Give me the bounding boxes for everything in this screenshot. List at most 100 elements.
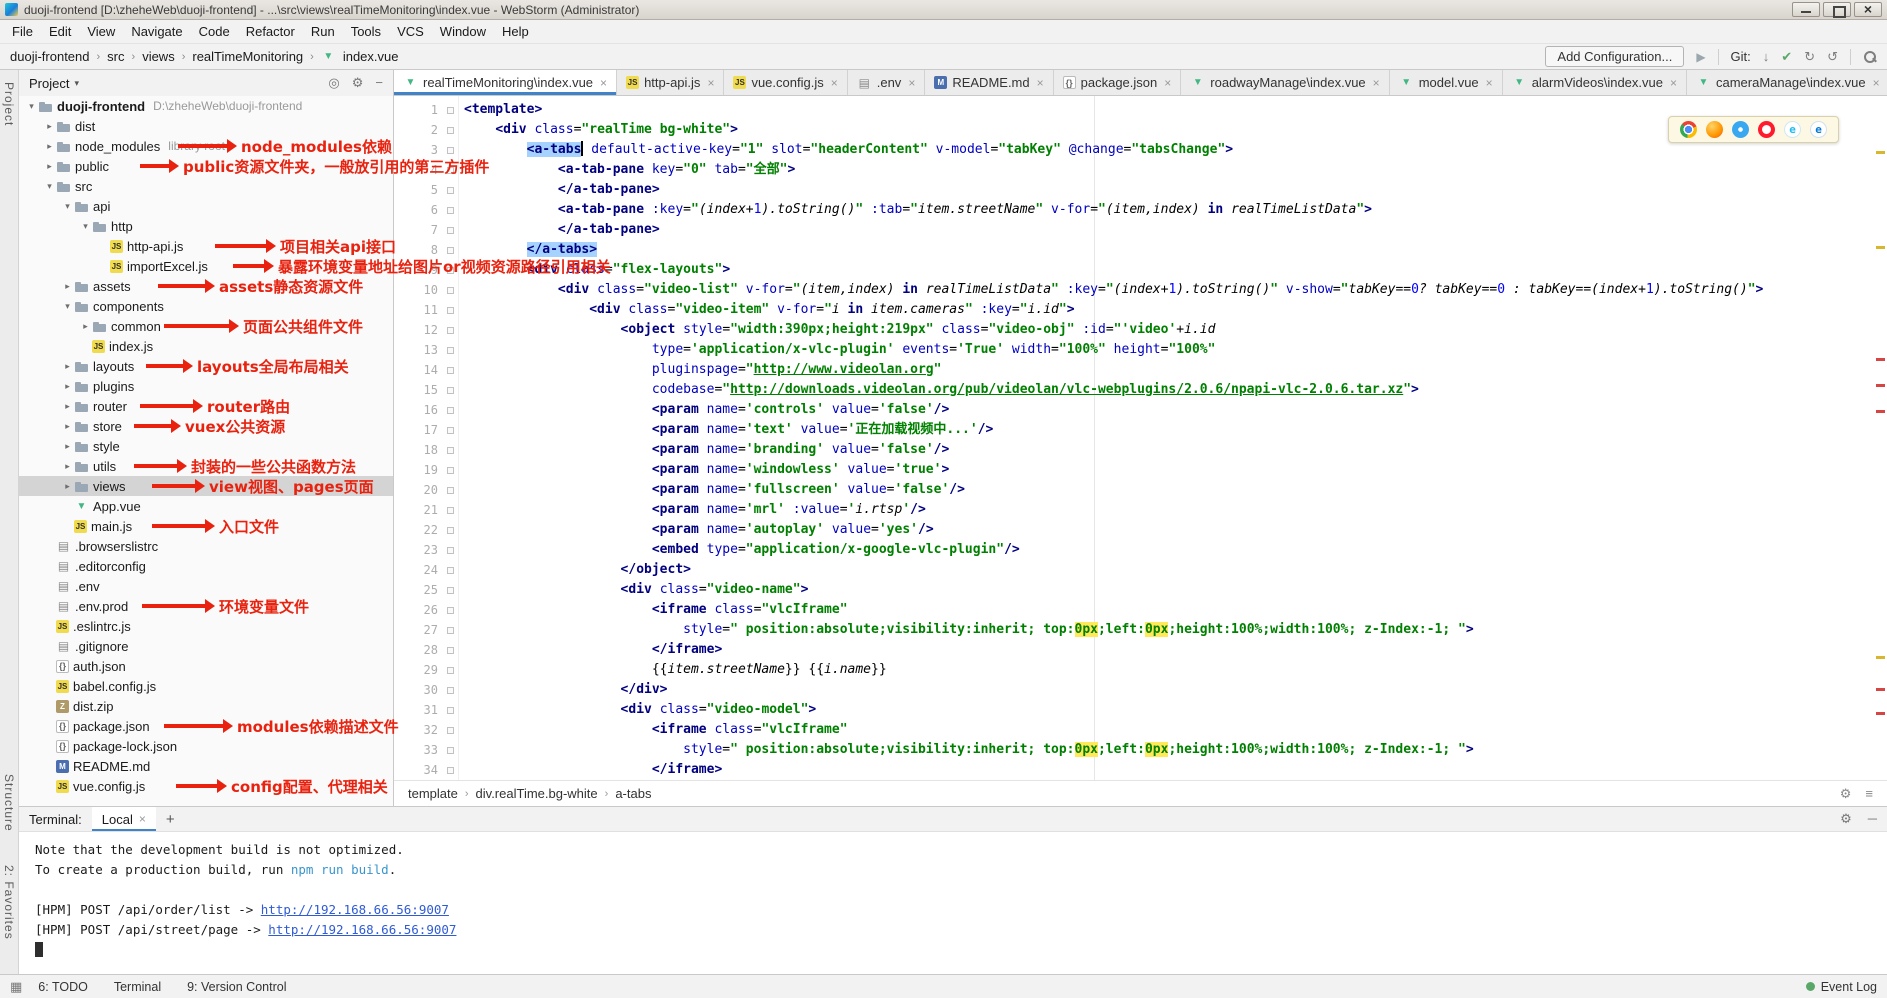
menu-vcs[interactable]: VCS [389, 21, 432, 42]
fold-marker-icon[interactable] [447, 607, 454, 614]
menu-edit[interactable]: Edit [41, 21, 79, 42]
fold-marker-icon[interactable] [447, 547, 454, 554]
menu-view[interactable]: View [79, 21, 123, 42]
fold-marker-icon[interactable] [447, 167, 454, 174]
fold-marker-icon[interactable] [447, 587, 454, 594]
tab-close-icon[interactable]: × [831, 76, 838, 90]
fold-marker-icon[interactable] [447, 307, 454, 314]
breadcrumb-realtimemonitoring[interactable]: realTimeMonitoring [192, 49, 303, 64]
status-6-todo[interactable]: 6: TODO [38, 980, 88, 994]
terminal-output[interactable]: Note that the development build is not o… [19, 832, 1887, 974]
expand-arrow-icon[interactable]: ▸ [61, 441, 74, 452]
code-line-5[interactable]: 5 </a-tab-pane> [394, 180, 1887, 200]
tree-item-views[interactable]: ▸views [19, 476, 393, 496]
git-update-icon[interactable]: ↓ [1763, 49, 1770, 64]
fold-marker-icon[interactable] [447, 127, 454, 134]
error-stripe[interactable] [1874, 96, 1887, 780]
new-terminal-icon[interactable]: + [166, 811, 175, 828]
fold-marker-icon[interactable] [447, 107, 454, 114]
status-9-version-control[interactable]: 9: Version Control [187, 980, 286, 994]
ie-browser-icon[interactable]: e [1784, 121, 1801, 138]
editor-tab-alarmvideos-index-vue[interactable]: ▼alarmVideos\index.vue× [1503, 70, 1687, 95]
git-commit-icon[interactable]: ✔ [1781, 49, 1792, 65]
tree-item-babel-config-js[interactable]: JSbabel.config.js [19, 676, 393, 696]
expand-arrow-icon[interactable]: ▸ [61, 381, 74, 392]
fold-marker-icon[interactable] [447, 427, 454, 434]
code-line-18[interactable]: 18 <param name='branding' value='false'/… [394, 440, 1887, 460]
tree-item-browserslistrc[interactable]: ▤.browserslistrc [19, 536, 393, 556]
tree-item-assets[interactable]: ▸assets [19, 276, 393, 296]
expand-arrow-icon[interactable]: ▸ [79, 321, 92, 332]
tree-item-env-prod[interactable]: ▤.env.prod [19, 596, 393, 616]
tab-close-icon[interactable]: × [1486, 76, 1493, 90]
code-line-3[interactable]: 3 <a-tabs default-active-key="1" slot="h… [394, 140, 1887, 160]
fold-marker-icon[interactable] [447, 467, 454, 474]
code-line-13[interactable]: 13 type='application/x-vlc-plugin' event… [394, 340, 1887, 360]
code-line-31[interactable]: 31 <div class="video-model"> [394, 700, 1887, 720]
expand-arrow-icon[interactable]: ▸ [61, 481, 74, 492]
fold-marker-icon[interactable] [447, 267, 454, 274]
fold-marker-icon[interactable] [447, 627, 454, 634]
expand-arrow-icon[interactable]: ▸ [61, 401, 74, 412]
editor-tab-readme-md[interactable]: MREADME.md× [925, 70, 1053, 95]
terminal-link[interactable]: http://192.168.66.56:9007 [268, 922, 456, 937]
tree-item-common[interactable]: ▸common [19, 316, 393, 336]
tree-item-dist[interactable]: ▸dist [19, 116, 393, 136]
fold-marker-icon[interactable] [447, 727, 454, 734]
code-line-27[interactable]: 27 style=" position:absolute;visibility:… [394, 620, 1887, 640]
editor-tab-cameramanage-index-vue[interactable]: ▼cameraManage\index.vue× [1687, 70, 1887, 95]
collapse-arrow-icon[interactable]: ▾ [61, 301, 74, 312]
code-line-16[interactable]: 16 <param name='controls' value='false'/… [394, 400, 1887, 420]
tree-item-src[interactable]: ▾src [19, 176, 393, 196]
tree-item-index-js[interactable]: JSindex.js [19, 336, 393, 356]
menu-refactor[interactable]: Refactor [238, 21, 303, 42]
collapse-arrow-icon[interactable]: ▾ [79, 221, 92, 232]
minimize-panel-icon[interactable]: ─ [1868, 811, 1877, 827]
tree-item-public[interactable]: ▸public [19, 156, 393, 176]
chevron-down-icon[interactable]: ▾ [74, 78, 79, 89]
menu-code[interactable]: Code [191, 21, 238, 42]
fold-marker-icon[interactable] [447, 187, 454, 194]
code-line-4[interactable]: 4 <a-tab-pane key="0" tab="全部"> [394, 160, 1887, 180]
breadcrumb-views[interactable]: views [142, 49, 175, 64]
fold-marker-icon[interactable] [447, 407, 454, 414]
code-line-14[interactable]: 14 pluginspage="http://www.videolan.org" [394, 360, 1887, 380]
terminal-line-2[interactable]: To create a production build, run npm ru… [35, 860, 1887, 880]
tab-close-icon[interactable]: × [139, 812, 146, 826]
code-line-28[interactable]: 28 </iframe> [394, 640, 1887, 660]
collapse-arrow-icon[interactable]: ▾ [25, 101, 38, 112]
menu-window[interactable]: Window [432, 21, 494, 42]
fold-marker-icon[interactable] [447, 767, 454, 774]
editor-breadcrumb-div-realtime-bg-white[interactable]: div.realTime.bg-white [476, 786, 598, 801]
search-everywhere-icon[interactable] [1863, 50, 1877, 64]
terminal-link[interactable]: http://192.168.66.56:9007 [261, 902, 449, 917]
gear-icon[interactable]: ⚙ [352, 75, 364, 91]
tree-item-dist-zip[interactable]: Zdist.zip [19, 696, 393, 716]
tree-item-main-js[interactable]: JSmain.js [19, 516, 393, 536]
tree-item-http-api-js[interactable]: JShttp-api.js [19, 236, 393, 256]
editor-breadcrumb-a-tabs[interactable]: a-tabs [615, 786, 651, 801]
tree-item-components[interactable]: ▾components [19, 296, 393, 316]
fold-marker-icon[interactable] [447, 707, 454, 714]
breadcrumb-duoji-frontend[interactable]: duoji-frontend [10, 49, 90, 64]
expand-arrow-icon[interactable]: ▸ [61, 461, 74, 472]
code-line-1[interactable]: 1<template> [394, 100, 1887, 120]
code-line-11[interactable]: 11 <div class="video-item" v-for="i in i… [394, 300, 1887, 320]
gear-icon[interactable]: ⚙ [1840, 786, 1852, 802]
breadcrumb-src[interactable]: src [107, 49, 124, 64]
menu-run[interactable]: Run [303, 21, 343, 42]
breadcrumb-index-vue[interactable]: index.vue [343, 49, 399, 64]
tab-close-icon[interactable]: × [1164, 76, 1171, 90]
tree-item-vue-config-js[interactable]: JSvue.config.js [19, 776, 393, 796]
tool-button-structure[interactable]: Structure [2, 774, 16, 832]
fold-marker-icon[interactable] [447, 567, 454, 574]
tree-item-app-vue[interactable]: ▼App.vue [19, 496, 393, 516]
code-line-9[interactable]: 9 <div class="flex-layouts"> [394, 260, 1887, 280]
menu-tools[interactable]: Tools [343, 21, 389, 42]
code-line-6[interactable]: 6 <a-tab-pane :key="(index+1).toString()… [394, 200, 1887, 220]
tool-window-switcher-icon[interactable]: ▦ [10, 979, 22, 995]
fold-marker-icon[interactable] [447, 207, 454, 214]
editor-tab-model-vue[interactable]: ▼model.vue× [1390, 70, 1503, 95]
collapse-arrow-icon[interactable]: ▾ [61, 201, 74, 212]
tree-item-store[interactable]: ▸store [19, 416, 393, 436]
